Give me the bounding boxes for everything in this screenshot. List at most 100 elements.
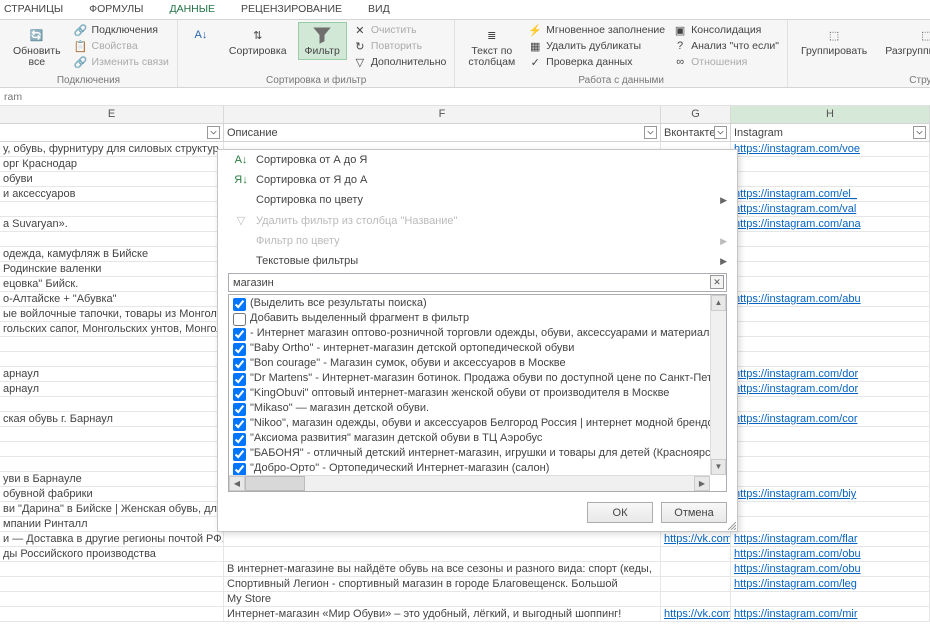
cell[interactable] [731, 262, 930, 276]
select-all-checkbox[interactable] [233, 298, 246, 311]
table-row[interactable]: Спортивный Легион - спортивный магазин в… [0, 577, 930, 592]
data-validation-button[interactable]: ✓Проверка данных [526, 54, 667, 70]
cell[interactable]: https://instagram.com/ana [731, 217, 930, 231]
cell[interactable] [661, 592, 731, 606]
text-to-columns-button[interactable]: ≣Текст по столбцам [461, 22, 522, 71]
filter-item-checkbox[interactable] [233, 403, 246, 416]
filter-item-label[interactable]: - Интернет магазин оптово-розничной торг… [250, 327, 727, 339]
filter-checklist[interactable]: (Выделить все результаты поиска) Добавит… [228, 294, 727, 492]
cell[interactable]: ые войлочные тапочки, товары из Монголии [0, 307, 224, 321]
connections-button[interactable]: 🔗Подключения [72, 22, 171, 38]
cell[interactable] [0, 202, 224, 216]
cell[interactable]: арнаул [0, 382, 224, 396]
cell[interactable]: и аксессуаров [0, 187, 224, 201]
cell[interactable]: https://instagram.com/voe [731, 142, 930, 156]
filter-toggle-h[interactable] [913, 126, 926, 139]
filter-item-label[interactable]: "Аксиома развития" магазин детской обуви… [250, 432, 542, 444]
cell[interactable]: и — Доставка в другие регионы почтой РФ. [0, 532, 224, 546]
add-current-checkbox[interactable] [233, 313, 246, 326]
cell[interactable] [224, 547, 661, 561]
cell[interactable] [731, 502, 930, 516]
cell[interactable] [0, 337, 224, 351]
cell[interactable]: Родинские валенки [0, 262, 224, 276]
table-row[interactable]: В интернет-магазине вы найдёте обувь на … [0, 562, 930, 577]
sort-asc-item[interactable]: A↓Сортировка от А до Я [218, 150, 737, 170]
filter-item-checkbox[interactable] [233, 448, 246, 461]
relationships-button[interactable]: ∞Отношения [671, 54, 781, 70]
filter-toggle-f[interactable] [644, 126, 657, 139]
cell[interactable] [661, 562, 731, 576]
filter-item-label[interactable]: "KingObuvi" оптовый интернет-магазин жен… [250, 387, 669, 399]
cell[interactable]: у, обувь, фурнитуру для силовых структур… [0, 142, 224, 156]
clear-filter-button[interactable]: ✕Очистить [351, 22, 449, 38]
cell[interactable] [731, 397, 930, 411]
cell[interactable] [731, 247, 930, 261]
filter-item-checkbox[interactable] [233, 433, 246, 446]
sort-color-item[interactable]: Сортировка по цвету▶ [218, 190, 737, 210]
cell[interactable]: обуви [0, 172, 224, 186]
cell[interactable] [0, 397, 224, 411]
cell[interactable] [731, 307, 930, 321]
cell[interactable]: Интернет-магазин «Мир Обуви» – это удобн… [224, 607, 661, 621]
ungroup-button[interactable]: ⬚Разгруппировать [878, 22, 930, 60]
table-row[interactable]: и — Доставка в другие регионы почтой РФ.… [0, 532, 930, 547]
filter-item-checkbox[interactable] [233, 373, 246, 386]
filter-hscroll[interactable]: ◀▶ [229, 475, 710, 491]
cell[interactable] [731, 457, 930, 471]
cell[interactable]: мпании Ринталл [0, 517, 224, 531]
group-button[interactable]: ⬚Группировать [794, 22, 874, 60]
filter-item-label[interactable]: "Добро-Орто" - Ортопедический Интернет-м… [250, 462, 549, 474]
col-header-h[interactable]: H [731, 106, 930, 123]
cell[interactable]: уви в Барнауле [0, 472, 224, 486]
refresh-all-button[interactable]: 🔄 Обновить все [6, 22, 68, 71]
cell[interactable] [731, 232, 930, 246]
cell[interactable]: орг Краснодар [0, 157, 224, 171]
table-row[interactable]: ды Российского производстваhttps://insta… [0, 547, 930, 562]
cell[interactable]: https://vk.com/imflaming [661, 532, 731, 546]
filter-toggle-g[interactable] [714, 126, 727, 139]
cell[interactable]: https://instagram.com/cor [731, 412, 930, 426]
cell[interactable]: арнаул [0, 367, 224, 381]
filter-toggle-e[interactable] [207, 126, 220, 139]
sort-button[interactable]: ⇅Сортировка [222, 22, 294, 60]
cell[interactable] [0, 352, 224, 366]
cell[interactable]: My Store [224, 592, 661, 606]
cell[interactable] [0, 457, 224, 471]
tab-formulas[interactable]: ФОРМУЛЫ [85, 2, 147, 19]
tab-page-layout[interactable]: СТРАНИЦЫ [0, 2, 67, 19]
cell[interactable] [731, 322, 930, 336]
cell[interactable]: https://instagram.com/dor [731, 382, 930, 396]
cell[interactable] [731, 157, 930, 171]
filter-item-label[interactable]: "Bon courage" - Магазин сумок, обуви и а… [250, 357, 566, 369]
tab-view[interactable]: ВИД [364, 2, 394, 19]
flash-fill-button[interactable]: ⚡Мгновенное заполнение [526, 22, 667, 38]
cell[interactable] [661, 577, 731, 591]
advanced-filter-button[interactable]: ▽Дополнительно [351, 54, 449, 70]
cell[interactable]: https://instagram.com/val [731, 202, 930, 216]
cell[interactable]: ви "Дарина" в Бийске | Женская обувь, дл [0, 502, 224, 516]
cell[interactable] [0, 232, 224, 246]
cell[interactable]: о-Алтайске + "Абувка" [0, 292, 224, 306]
filter-item-label[interactable]: "БАБОНЯ" - отличный детский интернет-маг… [250, 447, 719, 459]
col-header-f[interactable]: F [224, 106, 661, 123]
tab-data[interactable]: ДАННЫЕ [165, 2, 219, 19]
cell[interactable]: Спортивный Легион - спортивный магазин в… [224, 577, 661, 591]
cell[interactable]: ецовка" Бийск. [0, 277, 224, 291]
whatif-button[interactable]: ?Анализ "что если" [671, 38, 781, 54]
filter-item-checkbox[interactable] [233, 328, 246, 341]
filter-item-checkbox[interactable] [233, 358, 246, 371]
sort-desc-item[interactable]: Я↓Сортировка от Я до А [218, 170, 737, 190]
filter-item-label[interactable]: "Mikaso" — магазин детской обуви. [250, 402, 429, 414]
cell[interactable]: https://instagram.com/flar [731, 532, 930, 546]
cell[interactable]: ская обувь г. Барнаул [0, 412, 224, 426]
cell[interactable] [224, 532, 661, 546]
cell[interactable] [661, 547, 731, 561]
filter-item-checkbox[interactable] [233, 388, 246, 401]
cell[interactable]: https://instagram.com/mir [731, 607, 930, 621]
filter-item-label[interactable]: "Baby Ortho" - интернет-магазин детской … [250, 342, 574, 354]
filter-search-input[interactable] [228, 273, 727, 292]
edit-links-button[interactable]: 🔗Изменить связи [72, 54, 171, 70]
cell[interactable] [731, 517, 930, 531]
cell[interactable]: гольских сапог, Монгольских унтов, Монго… [0, 322, 224, 336]
filter-item-label[interactable]: "Nikoo", магазин одежды, обуви и аксессу… [250, 417, 727, 429]
